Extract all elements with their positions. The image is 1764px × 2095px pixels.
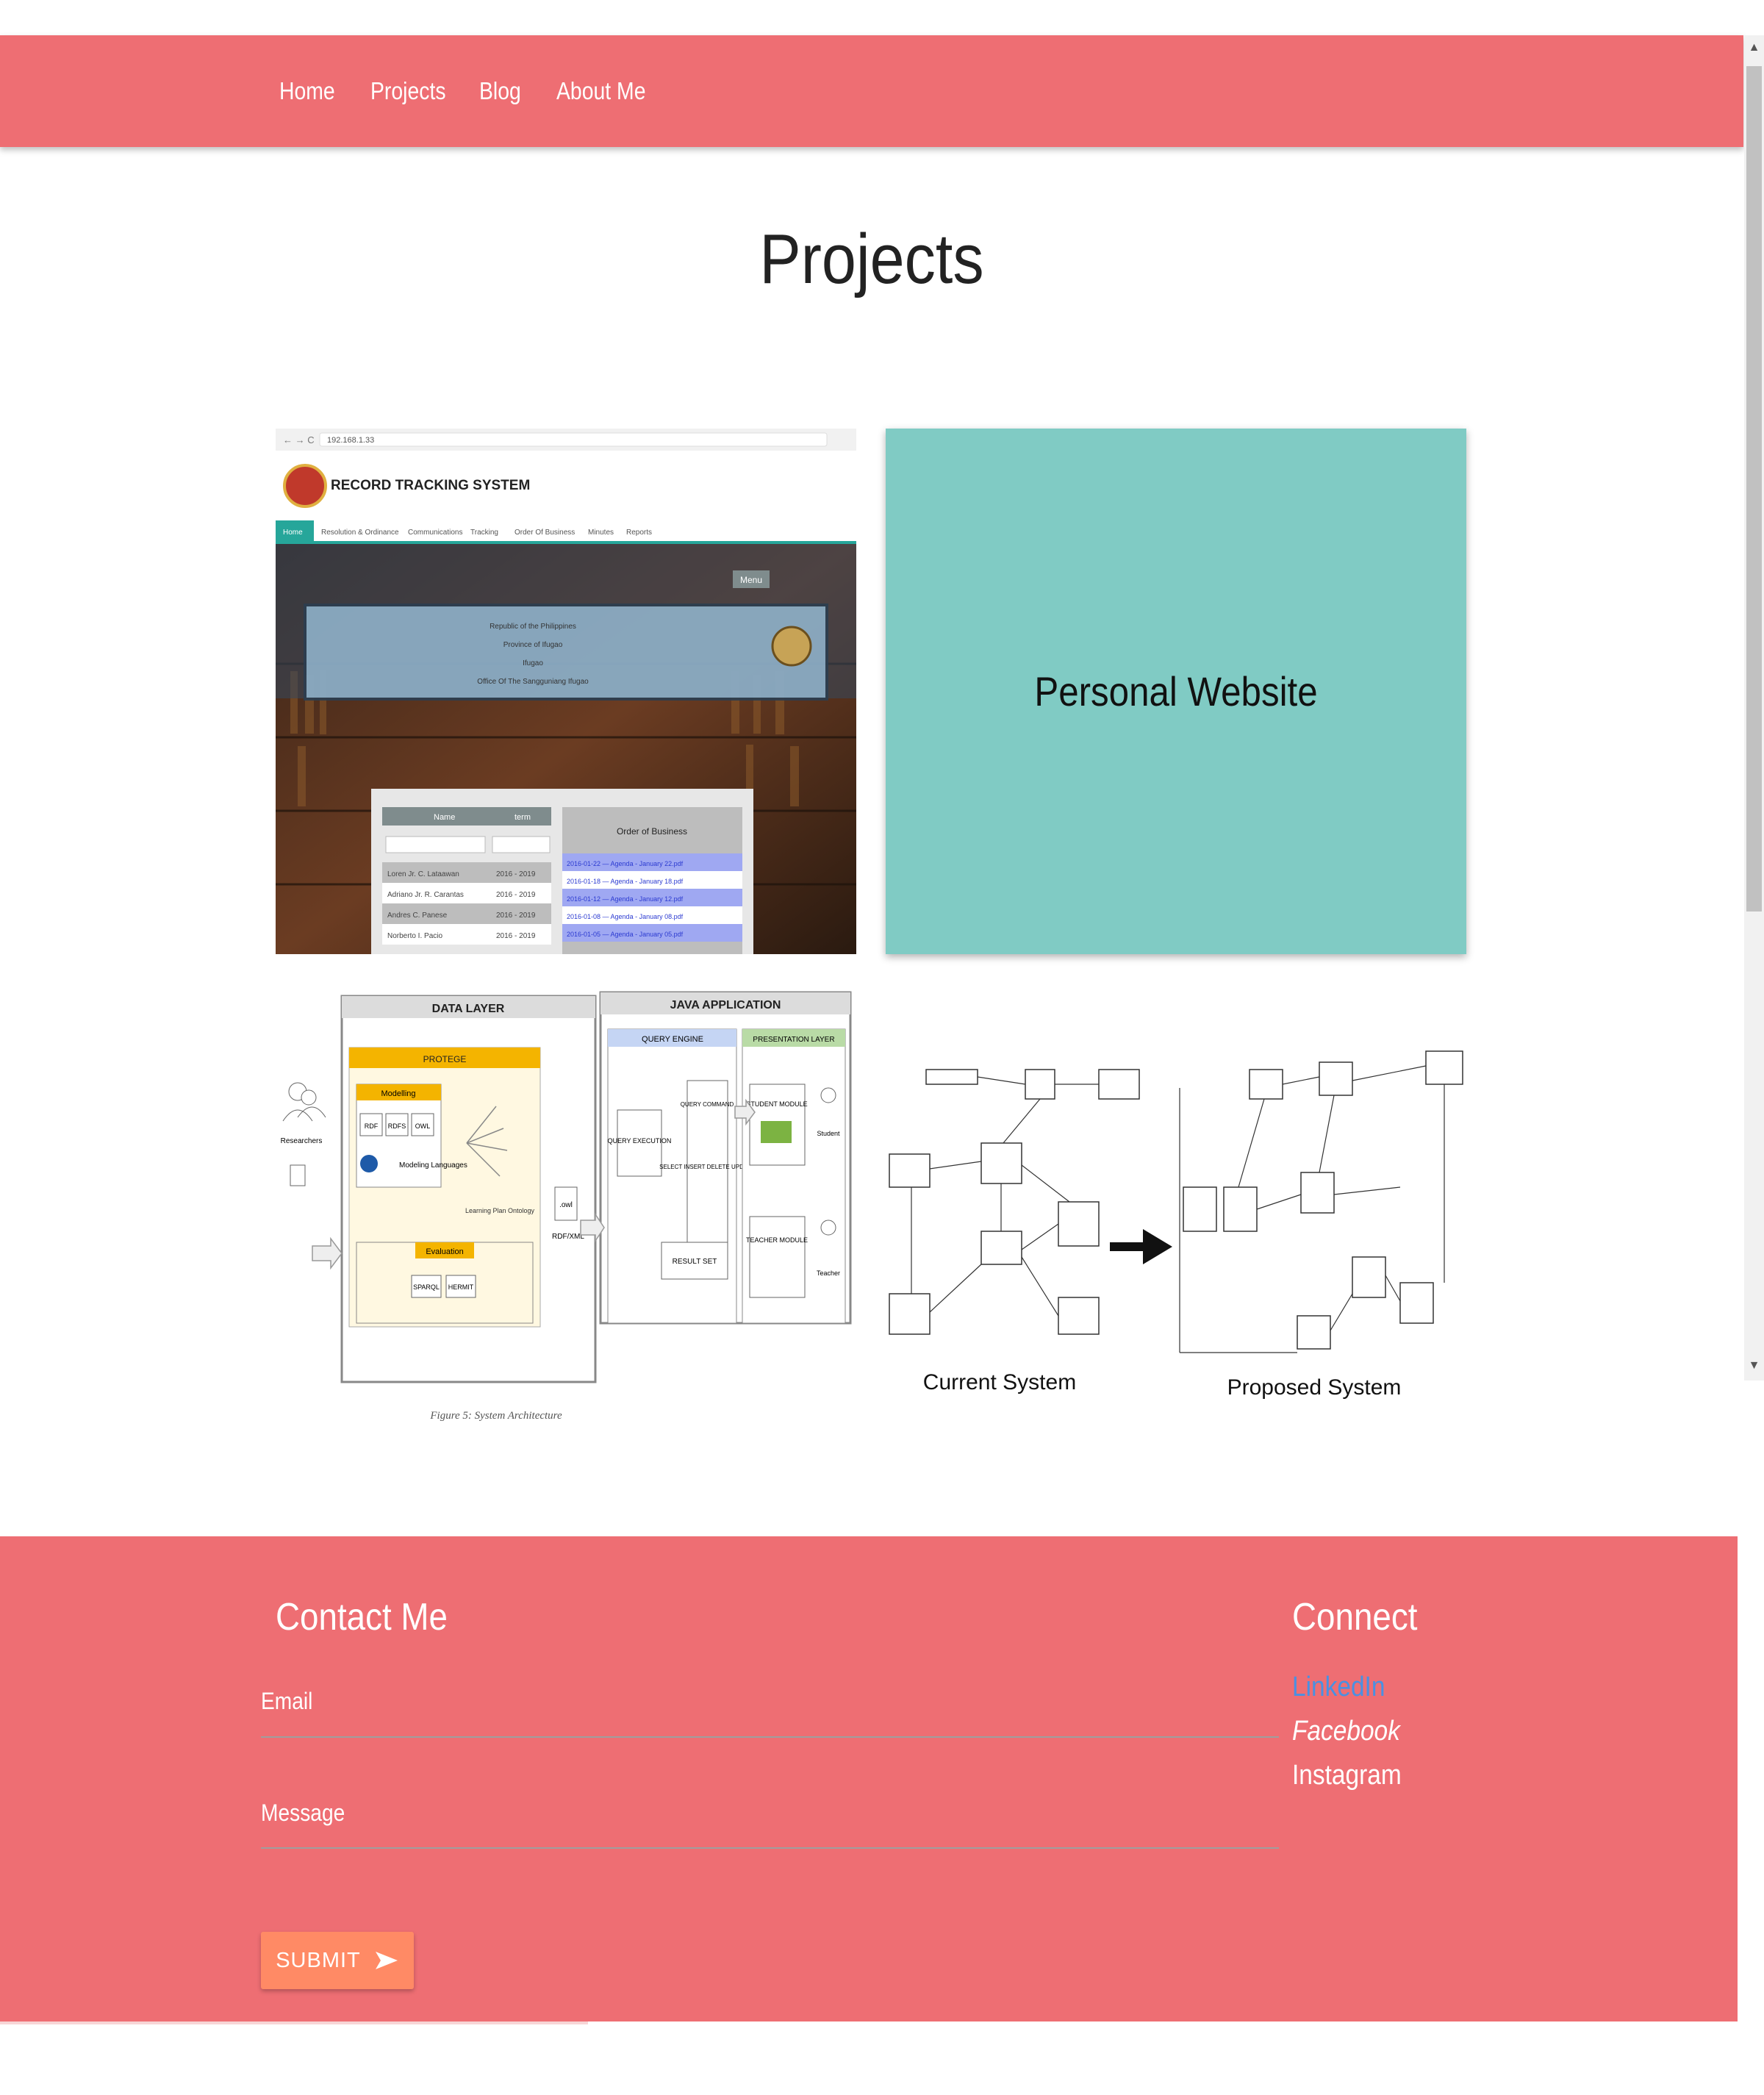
- submit-button[interactable]: SUBMIT: [261, 1932, 414, 1989]
- footer-divider: [0, 2021, 588, 2024]
- linkedin-link[interactable]: LinkedIn: [1292, 1672, 1385, 1703]
- send-icon: [375, 1952, 398, 1969]
- project-card-personal-website[interactable]: Personal Website: [886, 429, 1466, 954]
- query-execution-label: QUERY EXECUTION: [608, 1137, 672, 1145]
- rts-row-name: Norberto I. Pacio: [387, 932, 442, 940]
- rts-table-header: Name: [434, 813, 455, 822]
- document-icon: [290, 1164, 306, 1186]
- nav-blog[interactable]: Blog: [479, 35, 521, 147]
- rts-order-link: 2016-01-12 — Agenda - January 12.pdf: [567, 895, 684, 903]
- presentation-layer-label: PRESENTATION LAYER: [753, 1036, 834, 1044]
- rts-order-title: Order of Business: [617, 826, 687, 837]
- student-module-label: STUDENT MODULE: [746, 1100, 807, 1108]
- project-card-system-comparison[interactable]: Current System Proposed System: [886, 1029, 1466, 1404]
- format-label: RDF: [365, 1122, 379, 1130]
- current-system-label: Current System: [923, 1370, 1076, 1394]
- rdf-xml-label: RDF/XML: [552, 1233, 584, 1241]
- system-architecture-diagram: DATA LAYER JAVA APPLICATION PROTEGE Mode…: [281, 991, 852, 1422]
- browser-url: 192.168.1.33: [327, 436, 374, 445]
- rts-row-term: 2016 - 2019: [496, 932, 536, 940]
- rts-order-link: 2016-01-22 — Agenda - January 22.pdf: [567, 860, 684, 867]
- rts-order-link: 2016-01-18 — Agenda - January 18.pdf: [567, 878, 684, 885]
- modelling-label: Modelling: [381, 1089, 415, 1098]
- java-app-title: JAVA APPLICATION: [670, 999, 781, 1011]
- architecture-caption: Figure 5: System Architecture: [429, 1410, 562, 1422]
- email-field[interactable]: [261, 1736, 1279, 1738]
- project-card-system-architecture[interactable]: DATA LAYER JAVA APPLICATION PROTEGE Mode…: [276, 989, 856, 1430]
- message-label: Message: [261, 1799, 345, 1826]
- top-navbar: Home Projects Blog About Me: [0, 35, 1743, 147]
- evaluation-label: Evaluation: [426, 1247, 463, 1256]
- scroll-up-arrow-icon[interactable]: ▲: [1744, 37, 1764, 59]
- share-icon: [360, 1155, 378, 1172]
- facebook-link[interactable]: Facebook: [1292, 1716, 1400, 1747]
- personal-website-title: Personal Website: [1034, 668, 1318, 715]
- rts-tab: Reports: [626, 529, 652, 537]
- page-title: Projects: [759, 220, 984, 298]
- rts-tab-home: Home: [283, 529, 303, 537]
- rts-row-name: Adriano Jr. R. Carantas: [387, 891, 464, 899]
- scroll-down-arrow-icon[interactable]: ▼: [1744, 1355, 1764, 1377]
- message-field[interactable]: [261, 1847, 1279, 1849]
- project-card-record-tracking[interactable]: ← → C 192.168.1.33 RECORD TRACKING SYSTE…: [276, 429, 856, 954]
- rts-row-term: 2016 - 2019: [496, 912, 536, 920]
- system-comparison-diagram: Current System Proposed System: [889, 1050, 1463, 1400]
- data-layer-title: DATA LAYER: [432, 1003, 505, 1015]
- rts-banner-line: Ifugao: [523, 659, 543, 667]
- result-set-label: RESULT SET: [673, 1258, 717, 1266]
- query-command-label: QUERY COMMAND: [681, 1101, 734, 1108]
- rts-table-header: term: [514, 813, 531, 822]
- rts-app-title: RECORD TRACKING SYSTEM: [331, 478, 530, 493]
- protege-label: PROTEGE: [423, 1054, 467, 1064]
- svg-text:← → C: ← → C: [283, 434, 315, 445]
- footer: Contact Me Email Message SUBMIT Connect …: [0, 1536, 1738, 2021]
- rts-order-link: 2016-01-08 — Agenda - January 08.pdf: [567, 913, 684, 920]
- teacher-person-icon: [820, 1220, 836, 1236]
- rts-tab: Tracking: [470, 529, 498, 537]
- submit-label: SUBMIT: [276, 1948, 361, 1972]
- student-label: Student: [817, 1130, 840, 1137]
- rts-row-term: 2016 - 2019: [496, 891, 536, 899]
- rts-tab: Resolution & Ordinance: [321, 529, 399, 537]
- rts-banner-line: Office Of The Sangguniang Ifugao: [477, 678, 589, 686]
- ontology-label: Learning Plan Ontology: [465, 1207, 535, 1214]
- researchers-label: Researchers: [281, 1137, 323, 1145]
- rts-tab: Communications: [408, 529, 462, 537]
- rts-banner-line: Republic of the Philippines: [490, 623, 576, 631]
- instagram-link[interactable]: Instagram: [1292, 1760, 1402, 1791]
- rts-row-term: 2016 - 2019: [496, 870, 536, 878]
- tool-label: HERMIT: [448, 1283, 474, 1291]
- tool-label: SPARQL: [413, 1283, 440, 1291]
- email-label: Email: [261, 1688, 313, 1714]
- seal-emblem-icon: [771, 626, 812, 667]
- nav-projects[interactable]: Projects: [370, 35, 446, 147]
- teacher-label: Teacher: [817, 1269, 840, 1277]
- seal-logo-icon: [283, 464, 327, 508]
- proposed-system-label: Proposed System: [1227, 1375, 1402, 1400]
- modeling-languages-label: Modeling Languages: [399, 1161, 467, 1170]
- format-label: RDFS: [388, 1122, 406, 1130]
- rts-tab: Minutes: [588, 529, 614, 537]
- query-engine-label: QUERY ENGINE: [642, 1035, 703, 1044]
- teacher-module-label: TEACHER MODULE: [746, 1236, 808, 1244]
- rts-row-name: Loren Jr. C. Lataawan: [387, 870, 459, 878]
- record-tracking-screenshot: ← → C 192.168.1.33 RECORD TRACKING SYSTE…: [276, 429, 856, 954]
- contact-me-title: Contact Me: [276, 1596, 448, 1639]
- student-person-icon: [820, 1087, 836, 1103]
- rts-tab: Order Of Business: [514, 529, 575, 537]
- owl-file-label: .owl: [559, 1201, 573, 1209]
- vertical-scrollbar[interactable]: ▲ ▼: [1744, 35, 1764, 1380]
- monitor-icon: [761, 1121, 792, 1143]
- nav-home[interactable]: Home: [279, 35, 335, 147]
- rts-menu-button: Menu: [740, 575, 762, 585]
- connect-title: Connect: [1292, 1596, 1418, 1639]
- commands-label: SELECT INSERT DELETE UPDATE: [659, 1164, 755, 1170]
- rts-banner-line: Province of Ifugao: [503, 641, 563, 649]
- nav-about-me[interactable]: About Me: [556, 35, 645, 147]
- rts-row-name: Andres C. Panese: [387, 912, 448, 920]
- format-label: OWL: [415, 1122, 431, 1130]
- scrollbar-thumb[interactable]: [1746, 66, 1762, 912]
- rts-order-link: 2016-01-05 — Agenda - January 05.pdf: [567, 931, 684, 938]
